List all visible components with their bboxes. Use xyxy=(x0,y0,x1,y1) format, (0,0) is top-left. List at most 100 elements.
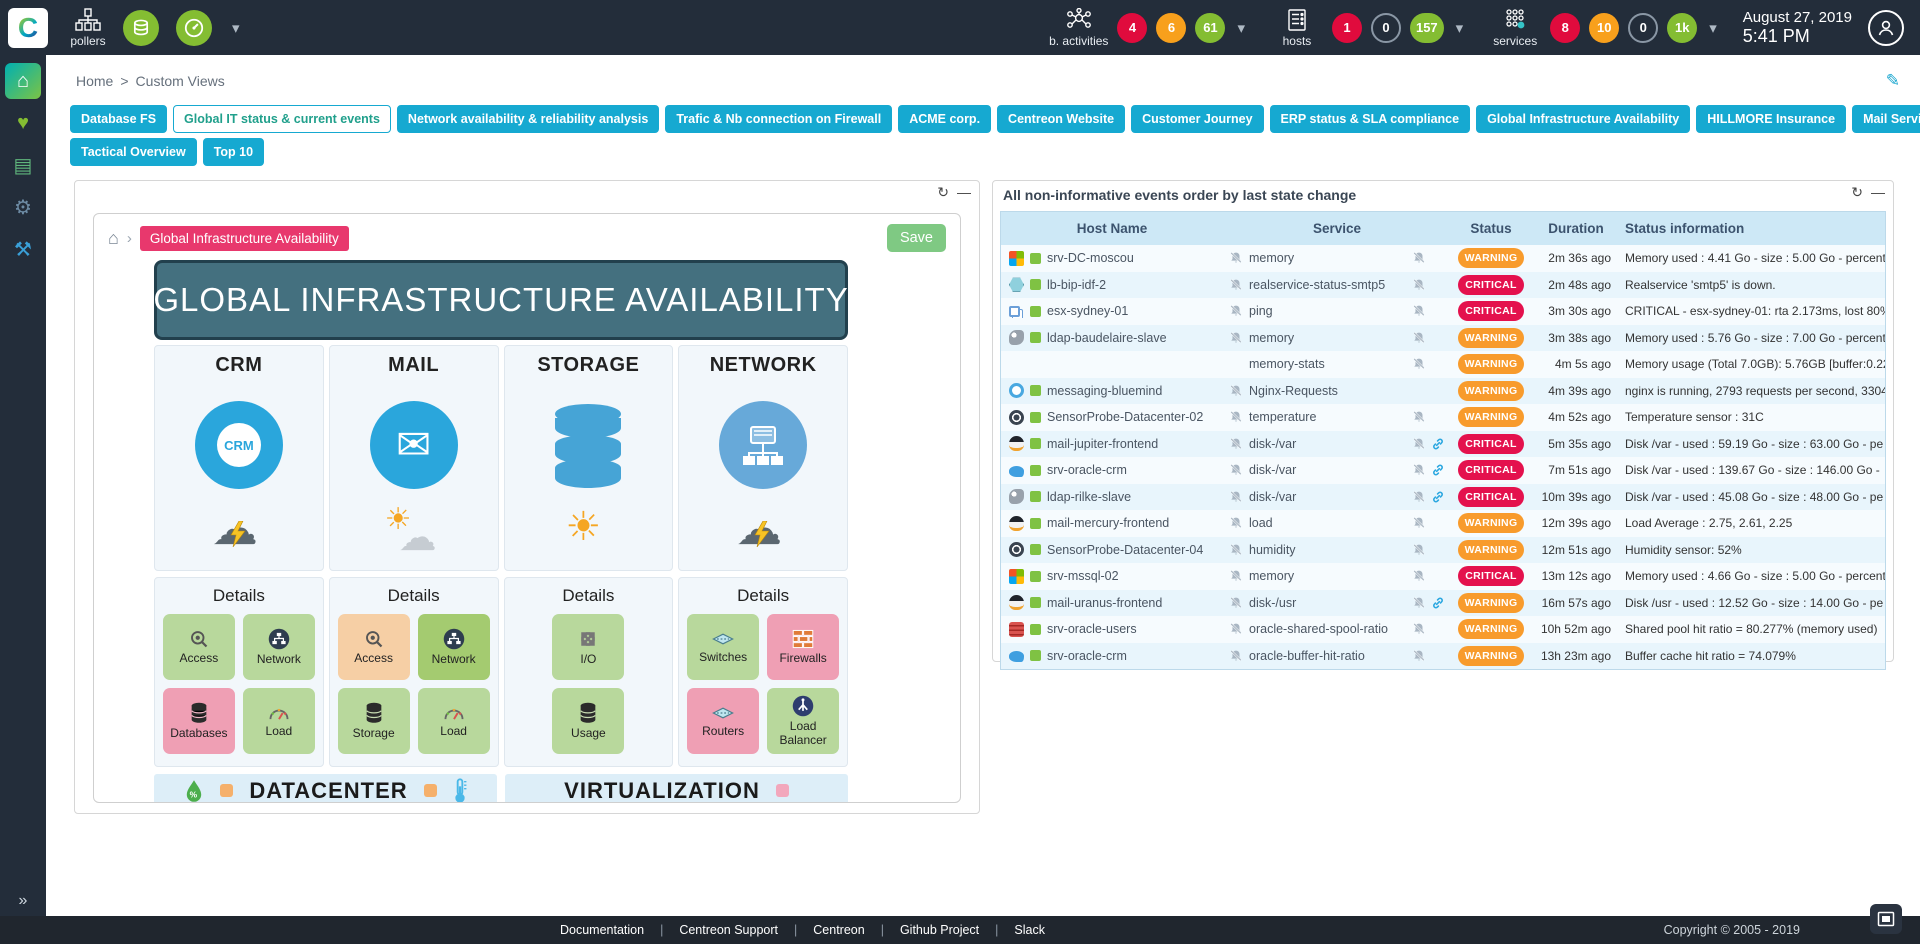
crm-access-tile[interactable]: Access xyxy=(163,614,235,680)
pollers-menu[interactable]: pollers xyxy=(62,8,114,48)
sidebar-item[interactable]: ⌂ xyxy=(5,63,41,99)
network-switches-tile[interactable]: Switches xyxy=(687,614,759,680)
host-name[interactable]: SensorProbe-Datacenter-02 xyxy=(1047,410,1203,424)
fullscreen-button[interactable] xyxy=(1870,904,1902,934)
status-badge[interactable]: 0 xyxy=(1628,13,1658,43)
column-header-status[interactable]: Status xyxy=(1451,221,1531,236)
storage-io-tile[interactable]: I/O xyxy=(552,614,624,680)
host-name[interactable]: srv-mssql-02 xyxy=(1047,569,1119,583)
service-name[interactable]: disk-/var xyxy=(1249,490,1296,504)
service-name[interactable]: load xyxy=(1249,516,1273,530)
footer-link[interactable]: Github Project xyxy=(865,923,979,937)
host-name[interactable]: ldap-rilke-slave xyxy=(1047,490,1131,504)
services-chevron-down-icon[interactable]: ▾ xyxy=(1709,19,1717,37)
mail-storage-tile[interactable]: Storage xyxy=(338,688,410,754)
graph-link-icon[interactable] xyxy=(1431,490,1445,504)
service-name[interactable]: memory xyxy=(1249,569,1294,583)
view-tab[interactable]: Customer Journey xyxy=(1131,105,1263,133)
column-header-host[interactable]: Host Name xyxy=(1001,221,1223,236)
user-avatar[interactable] xyxy=(1868,10,1904,46)
latency-status-button[interactable] xyxy=(176,10,212,46)
mail-load-tile[interactable]: Load xyxy=(418,688,490,754)
view-tab[interactable]: ACME corp. xyxy=(898,105,991,133)
host-name[interactable]: srv-oracle-users xyxy=(1047,622,1137,636)
status-badge[interactable]: 0 xyxy=(1371,13,1401,43)
save-button[interactable]: Save xyxy=(887,224,946,252)
footer-link[interactable]: Slack xyxy=(979,923,1045,937)
host-name[interactable]: lb-bip-idf-2 xyxy=(1047,278,1106,292)
host-name[interactable]: mail-uranus-frontend xyxy=(1047,596,1162,610)
crm-load-tile[interactable]: Load xyxy=(243,688,315,754)
status-badge[interactable]: 1k xyxy=(1667,13,1697,43)
service-name[interactable]: disk-/var xyxy=(1249,437,1296,451)
graph-link-icon[interactable] xyxy=(1431,463,1445,477)
status-badge[interactable]: 10 xyxy=(1589,13,1619,43)
footer-link[interactable]: Centreon Support xyxy=(644,923,778,937)
service-name[interactable]: oracle-buffer-hit-ratio xyxy=(1249,649,1365,663)
service-name[interactable]: disk-/var xyxy=(1249,463,1296,477)
host-name[interactable]: SensorProbe-Datacenter-04 xyxy=(1047,543,1203,557)
service-name[interactable]: temperature xyxy=(1249,410,1316,424)
status-badge[interactable]: 1 xyxy=(1332,13,1362,43)
view-tab[interactable]: Mail Service Dashboard xyxy=(1852,105,1920,133)
sidebar-item[interactable]: ⚙ xyxy=(5,189,41,225)
service-name[interactable]: ping xyxy=(1249,304,1273,318)
sidebar-expand-icon[interactable]: » xyxy=(19,892,28,910)
view-tab[interactable]: ERP status & SLA compliance xyxy=(1270,105,1471,133)
service-name[interactable]: disk-/usr xyxy=(1249,596,1296,610)
service-name[interactable]: memory xyxy=(1249,331,1294,345)
host-name[interactable]: esx-sydney-01 xyxy=(1047,304,1128,318)
crm-databases-tile[interactable]: Databases xyxy=(163,688,235,754)
services-menu[interactable]: services xyxy=(1489,8,1541,48)
network-load-balancer-tile[interactable]: Load Balancer xyxy=(767,688,839,754)
view-tab[interactable]: Tactical Overview xyxy=(70,138,197,166)
service-name[interactable]: memory xyxy=(1249,251,1294,265)
column-header-service[interactable]: Service xyxy=(1223,221,1451,236)
service-name[interactable]: memory-stats xyxy=(1249,357,1325,371)
sidebar-item[interactable]: ⚒ xyxy=(5,231,41,267)
crm-network-tile[interactable]: Network xyxy=(243,614,315,680)
breadcrumb-home[interactable]: Home xyxy=(76,73,113,89)
business-activities-menu[interactable]: b. activities xyxy=(1049,8,1108,48)
status-badge[interactable]: 8 xyxy=(1550,13,1580,43)
service-name[interactable]: Nginx-Requests xyxy=(1249,384,1338,398)
refresh-icon[interactable]: ↻ xyxy=(937,185,949,199)
host-name[interactable]: ldap-baudelaire-slave xyxy=(1047,331,1167,345)
network-firewalls-tile[interactable]: Firewalls xyxy=(767,614,839,680)
host-name[interactable]: srv-DC-moscou xyxy=(1047,251,1134,265)
view-tab[interactable]: Database FS xyxy=(70,105,167,133)
refresh-icon[interactable]: ↻ xyxy=(1851,185,1863,199)
view-tab[interactable]: Global Infrastructure Availability xyxy=(1476,105,1690,133)
view-tab[interactable]: Centreon Website xyxy=(997,105,1125,133)
status-badge[interactable]: 4 xyxy=(1117,13,1147,43)
column-header-duration[interactable]: Duration xyxy=(1531,221,1621,236)
status-badge[interactable]: 61 xyxy=(1195,13,1225,43)
sidebar-item[interactable]: ♥ xyxy=(5,105,41,141)
hosts-chevron-down-icon[interactable]: ▾ xyxy=(1456,19,1464,37)
storage-usage-tile[interactable]: Usage xyxy=(552,688,624,754)
view-name-badge[interactable]: Global Infrastructure Availability xyxy=(140,226,349,251)
pollers-chevron-down-icon[interactable]: ▾ xyxy=(232,19,240,37)
hosts-menu[interactable]: hosts xyxy=(1271,8,1323,48)
view-tab[interactable]: Global IT status & current events xyxy=(173,105,391,133)
footer-link[interactable]: Centreon xyxy=(778,923,865,937)
view-tab[interactable]: Network availability & reliability analy… xyxy=(397,105,659,133)
host-name[interactable]: mail-jupiter-frontend xyxy=(1047,437,1158,451)
view-tab[interactable]: Trafic & Nb connection on Firewall xyxy=(665,105,892,133)
network-routers-tile[interactable]: Routers xyxy=(687,688,759,754)
sidebar-item[interactable]: ▤ xyxy=(5,147,41,183)
centreon-logo[interactable]: C xyxy=(8,8,48,48)
service-name[interactable]: realservice-status-smtp5 xyxy=(1249,278,1385,292)
mail-access-tile[interactable]: Access xyxy=(338,614,410,680)
graph-link-icon[interactable] xyxy=(1431,437,1445,451)
collapse-icon[interactable]: — xyxy=(1871,185,1885,199)
database-status-button[interactable] xyxy=(123,10,159,46)
host-name[interactable]: srv-oracle-crm xyxy=(1047,649,1127,663)
view-tab[interactable]: Top 10 xyxy=(203,138,264,166)
host-name[interactable]: messaging-bluemind xyxy=(1047,384,1162,398)
host-name[interactable]: srv-oracle-crm xyxy=(1047,463,1127,477)
service-name[interactable]: humidity xyxy=(1249,543,1296,557)
home-icon[interactable]: ⌂ xyxy=(108,228,119,249)
status-badge[interactable]: 6 xyxy=(1156,13,1186,43)
breadcrumb-current[interactable]: Custom Views xyxy=(136,73,225,89)
